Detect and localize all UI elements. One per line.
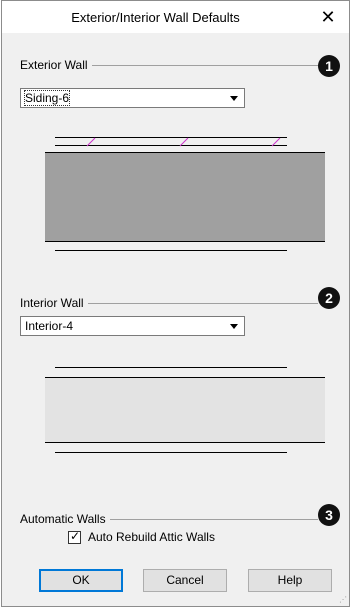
preview-line — [55, 452, 287, 453]
interior-wall-fill — [45, 378, 325, 442]
close-icon[interactable]: ✕ — [315, 4, 341, 30]
automatic-walls-label: Automatic Walls — [20, 512, 110, 526]
preview-line — [55, 250, 287, 251]
help-button[interactable]: Help — [248, 569, 332, 592]
exterior-wall-fill — [45, 153, 325, 241]
cancel-button[interactable]: Cancel — [143, 569, 227, 592]
title-bar: Exterior/Interior Wall Defaults ✕ — [2, 1, 349, 33]
callout-badge-3: 3 — [318, 504, 340, 526]
resize-grip-icon[interactable]: ⋰ — [339, 596, 347, 604]
auto-rebuild-attic-label[interactable]: Auto Rebuild Attic Walls — [88, 530, 215, 544]
checkmark-icon: ✓ — [70, 529, 81, 543]
ok-button[interactable]: OK — [39, 569, 123, 592]
exterior-wall-select-value: Siding-6 — [23, 90, 71, 106]
dialog-title: Exterior/Interior Wall Defaults — [71, 10, 240, 25]
interior-wall-select[interactable]: Interior-4 — [20, 316, 245, 336]
chevron-down-icon — [230, 324, 238, 329]
exterior-wall-label: Exterior Wall — [20, 58, 92, 72]
callout-badge-2: 2 — [318, 287, 340, 309]
auto-rebuild-attic-checkbox[interactable]: ✓ — [68, 529, 81, 544]
interior-wall-label: Interior Wall — [20, 296, 88, 310]
exterior-wall-select[interactable]: Siding-6 — [20, 88, 245, 108]
preview-line — [45, 241, 325, 242]
preview-line — [45, 442, 325, 443]
chevron-down-icon — [230, 96, 238, 101]
interior-wall-select-value: Interior-4 — [25, 319, 74, 333]
preview-line — [55, 367, 287, 368]
wall-defaults-dialog: Exterior/Interior Wall Defaults ✕ Exteri… — [1, 0, 350, 607]
callout-badge-1: 1 — [318, 55, 340, 77]
siding-hatch-marks — [86, 137, 281, 147]
